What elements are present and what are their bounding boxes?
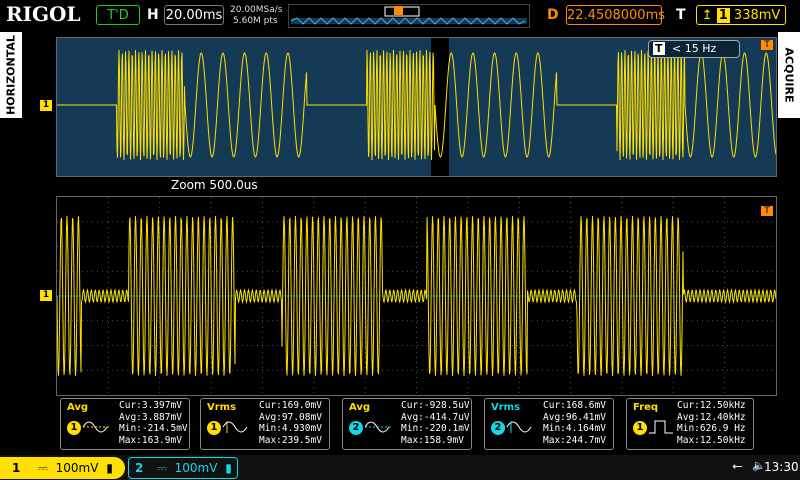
brand-logo: RIGOL — [6, 2, 81, 26]
channel-chip: 2 — [491, 421, 505, 435]
ch1-number: 1 — [12, 461, 21, 475]
trigger-level-box[interactable]: ↥ 1 338mV — [696, 5, 786, 25]
ch1-bandwidth-icon: ▮ — [106, 461, 113, 475]
measurement-values: Cur:169.0mV Avg:97.08mV Min:4.930mV Max:… — [259, 400, 322, 446]
frequency-pulse-icon — [649, 420, 673, 434]
delay-label: D — [547, 7, 559, 23]
ch1-scale: 100mV — [55, 461, 99, 475]
sample-rate: 20.00MSa/s — [230, 5, 283, 15]
clock-time: 13:30 — [764, 460, 799, 474]
zoom-waveform — [56, 197, 777, 395]
trigger-level: 338mV — [733, 8, 781, 23]
channel-chip: 2 — [349, 421, 363, 435]
rms-wave-icon — [506, 421, 532, 433]
acquire-menu-tab[interactable]: ACQUIRE — [778, 32, 800, 118]
memory-position-bar[interactable] — [288, 4, 530, 28]
channel-chip: 1 — [207, 421, 221, 435]
trigger-source-chip: 1 — [716, 8, 730, 23]
overview-waveform — [57, 38, 777, 176]
trigger-badge-icon: T — [653, 42, 665, 55]
measurement-name: Avg — [349, 402, 371, 413]
ch2-number: 2 — [135, 461, 144, 475]
zoom-window[interactable] — [56, 196, 777, 396]
measurement-name: Vrms — [207, 402, 237, 413]
trigger-label: T — [676, 7, 686, 23]
measurement-5[interactable]: Freq 1 Cur:12.50kHz Avg:12.40kHz Min:626… — [626, 398, 754, 450]
acquire-tab-label: ACQUIRE — [782, 47, 796, 103]
measurement-name: Vrms — [491, 402, 521, 413]
memory-bar-graphic — [290, 6, 527, 25]
trigger-frequency: < 15 Hz — [672, 42, 717, 55]
h-label: H — [147, 7, 159, 23]
measurement-values: Cur:-928.5uV Avg:-414.7uV Min:-220.1mV M… — [401, 400, 470, 446]
overview-window[interactable] — [56, 37, 777, 177]
trigger-marker-zoom-right: T — [761, 206, 773, 216]
ch2-scale: 100mV — [174, 461, 218, 475]
trigger-marker-overview-right: T — [761, 40, 773, 50]
channel-chip: 1 — [67, 421, 81, 435]
horizontal-tab-label: HORIZONTAL — [4, 35, 18, 115]
ch1-marker-overview[interactable]: 1 — [40, 100, 52, 111]
usb-icon: ⭠ — [732, 459, 743, 474]
measurement-1[interactable]: Avg 1 Cur:3.397mV Avg:3.887mV Min:-214.5… — [60, 398, 190, 450]
measurement-values: Cur:3.397mV Avg:3.887mV Min:-214.5mV Max… — [119, 400, 188, 446]
measurement-values: Cur:12.50kHz Avg:12.40kHz Min:626.9 Hz M… — [677, 400, 746, 446]
run-status[interactable]: T'D — [96, 5, 140, 25]
horizontal-menu-tab[interactable]: HORIZONTAL — [0, 32, 22, 118]
channel-2-tab[interactable]: 2 ⎓ 100mV ▮ — [128, 457, 238, 479]
rising-edge-icon: ↥ — [701, 8, 717, 23]
measurement-2[interactable]: Vrms 1 Cur:169.0mV Avg:97.08mV Min:4.930… — [200, 398, 330, 450]
channel-chip: 1 — [633, 421, 647, 435]
rms-wave-icon — [222, 421, 248, 433]
ch1-marker-zoom[interactable]: 1 — [40, 290, 52, 301]
sine-wave-icon — [82, 421, 111, 433]
delay-value[interactable]: 22.4508000ms — [566, 5, 665, 25]
dc-coupling-icon: ⎓ — [157, 461, 167, 475]
channel-1-tab[interactable]: 1 ⎓ 100mV ▮ — [0, 457, 125, 479]
dc-coupling-icon: ⎓ — [38, 461, 48, 475]
measurement-3[interactable]: Avg 2 Cur:-928.5uV Avg:-414.7uV Min:-220… — [342, 398, 472, 450]
measurement-4[interactable]: Vrms 2 Cur:168.6mV Avg:96.41mV Min:4.164… — [484, 398, 614, 450]
timebase-value[interactable]: 20.00ms — [164, 5, 224, 25]
zoom-label: Zoom 500.0us — [171, 178, 258, 192]
sine-wave-icon — [364, 421, 393, 433]
trigger-frequency-display: T < 15 Hz — [648, 40, 740, 58]
measurement-values: Cur:168.6mV Avg:96.41mV Min:4.164mV Max:… — [543, 400, 606, 446]
measurement-name: Avg — [67, 402, 89, 413]
memory-depth: 5.60M pts — [233, 16, 278, 26]
measurement-name: Freq — [633, 402, 659, 413]
ch2-bandwidth-icon: ▮ — [225, 461, 232, 475]
